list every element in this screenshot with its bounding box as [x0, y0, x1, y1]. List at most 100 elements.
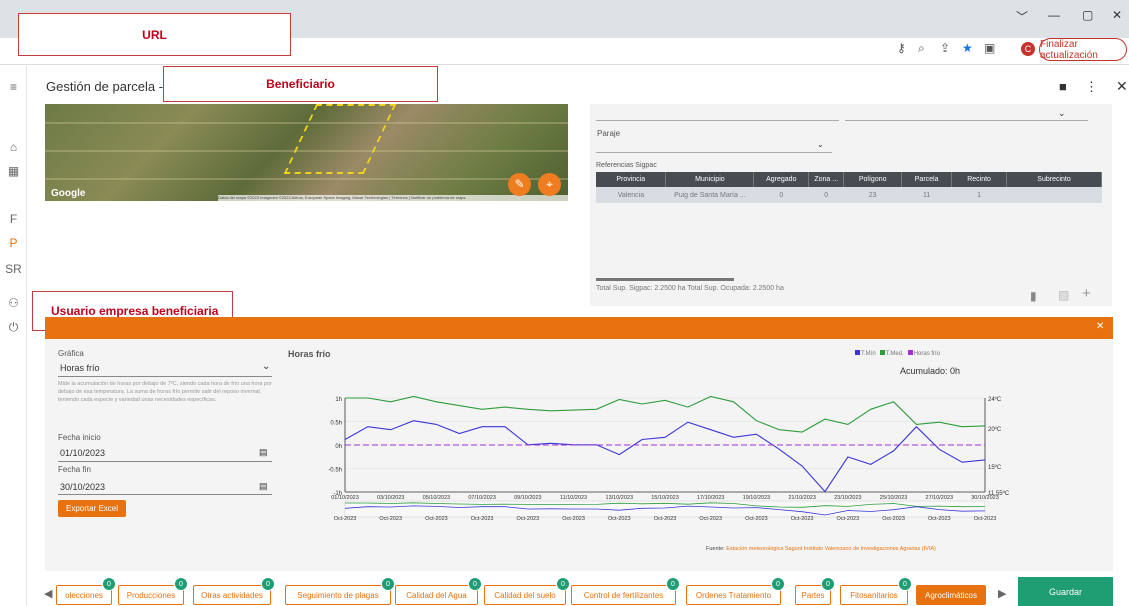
key-icon[interactable]: ⚷	[897, 41, 906, 55]
restore-icon[interactable]: ▢	[1082, 8, 1093, 22]
location-pin-icon[interactable]: ⌖	[538, 173, 561, 196]
y-tick-left: 1h	[335, 397, 342, 403]
power-icon[interactable]: ⏻	[0, 320, 27, 335]
tab-item[interactable]: Otras actividades	[193, 585, 271, 605]
calendar-icon[interactable]: ▤	[259, 447, 268, 458]
paraje-select[interactable]	[596, 152, 832, 153]
col-header[interactable]: Parcela	[901, 172, 953, 187]
profile-avatar[interactable]: C	[1021, 42, 1035, 56]
legend-item[interactable]: T.Mín	[855, 350, 876, 357]
menu-icon[interactable]: ≡	[0, 80, 27, 94]
x-tick: 25/10/2023	[880, 495, 908, 501]
col-header[interactable]: Provincia	[596, 172, 667, 187]
navigator-tick: Oct-2023	[471, 516, 494, 520]
nav-item-f[interactable]: F	[0, 212, 27, 226]
table-row[interactable]: Valencia Puig de Santa María ... 0 0 23 …	[596, 187, 1102, 203]
col-header[interactable]: Polígono	[843, 172, 903, 187]
col-header[interactable]: Municipio	[665, 172, 755, 187]
legend-label: T.Med.	[885, 351, 904, 357]
tabs-left-arrow-icon[interactable]: ◀	[44, 587, 52, 600]
chevron-down-icon[interactable]: ⌄	[1058, 108, 1066, 119]
nav-item-p[interactable]: P	[0, 236, 27, 250]
count-badge: 0	[174, 577, 188, 591]
legend-item[interactable]: Horas frío	[907, 350, 941, 357]
tab-item[interactable]: Fitosanitarios	[840, 585, 908, 605]
x-tick: 19/10/2023	[743, 495, 771, 501]
field-underline	[58, 494, 272, 495]
agroclimatic-header	[45, 317, 1113, 339]
horizontal-scrollbar[interactable]	[596, 278, 734, 281]
tab-item[interactable]: Agroclimáticos	[916, 585, 986, 605]
trash-icon[interactable]: ▮	[1030, 289, 1037, 303]
navigator-tick: Oct-2023	[699, 516, 722, 520]
folder-icon[interactable]: ■	[1059, 79, 1067, 94]
y-tick-left: 0.5h	[330, 421, 342, 427]
close-panel-icon[interactable]: ✕	[1096, 321, 1104, 332]
fecha-fin-input[interactable]: 30/10/2023	[60, 482, 105, 492]
sigpac-panel	[590, 104, 1112, 306]
tab-search-icon[interactable]: ﹀	[1016, 8, 1028, 25]
x-tick: 17/10/2023	[697, 495, 725, 501]
legend-item[interactable]: T.Med.	[879, 350, 904, 357]
grid-icon[interactable]: ▦	[0, 164, 27, 178]
source-note: Fuente: Estación meteorológica Sagunt In…	[706, 546, 936, 552]
image-icon[interactable]: ▨	[1058, 288, 1069, 302]
tab-item[interactable]: Seguimiento de plagas	[285, 585, 391, 605]
google-logo: Google	[51, 188, 86, 199]
user-icon[interactable]: ⚇	[0, 296, 27, 310]
chevron-down-icon[interactable]: ⌄	[817, 140, 824, 149]
save-button[interactable]: Guardar	[1018, 577, 1113, 606]
nav-item-sr[interactable]: SR	[0, 262, 27, 276]
col-header[interactable]: Subrecinto	[1006, 172, 1102, 187]
count-badge: 0	[468, 577, 482, 591]
close-window-icon[interactable]: ✕	[1112, 8, 1122, 22]
tab-item[interactable]: Ordenes Tratamiento	[686, 585, 781, 605]
x-tick: 13/10/2023	[606, 495, 634, 501]
tab-item[interactable]: Control de fertilizantes	[571, 585, 676, 605]
col-header[interactable]: Recinto	[951, 172, 1008, 187]
count-badge: 0	[261, 577, 275, 591]
tab-item[interactable]: Calidad del Agua	[395, 585, 478, 605]
count-badge: 0	[771, 577, 785, 591]
parcel-outline	[283, 104, 397, 174]
bookmark-star-icon[interactable]: ★	[962, 41, 973, 55]
minimize-icon[interactable]: —	[1048, 8, 1060, 22]
navigator-tick: Oct-2023	[928, 516, 951, 520]
source-link[interactable]: Estación meteorológica Sagunt Instituto …	[726, 546, 936, 552]
chevron-down-icon[interactable]: ⌄	[262, 361, 270, 372]
edit-icon[interactable]: ✎	[508, 173, 531, 196]
navigator-tick: Oct-2023	[517, 516, 540, 520]
share-icon[interactable]: ⇪	[940, 41, 950, 55]
col-header[interactable]: Zona ...	[808, 172, 845, 187]
navigator-tick: Oct-2023	[974, 516, 997, 520]
url-annotation: URL	[18, 13, 291, 56]
y-tick-right: 24ºC	[988, 396, 1002, 403]
x-tick: 15/10/2023	[651, 495, 679, 501]
briefcase-icon[interactable]: ⌂	[0, 140, 27, 154]
finalize-update-button[interactable]: Finalizar actualización	[1039, 38, 1127, 61]
sidepanel-icon[interactable]: ▣	[984, 41, 995, 55]
add-icon[interactable]: +	[1082, 285, 1091, 302]
left-nav: ≡ ⌂ ▦ F P SR ⚇ ⏻	[0, 66, 27, 606]
zoom-icon[interactable]: ⌕	[918, 41, 925, 56]
y-tick-left: 0h	[335, 444, 342, 450]
close-icon[interactable]: ✕	[1116, 78, 1128, 95]
tab-item[interactable]: Calidad del suelo	[484, 585, 566, 605]
cell: Valencia	[596, 187, 666, 203]
col-header[interactable]: Agregado	[753, 172, 810, 187]
tab-item[interactable]: Producciones	[118, 585, 184, 605]
legend-label: Horas frío	[913, 351, 941, 357]
calendar-icon[interactable]: ▤	[259, 481, 268, 492]
navigator-tick: Oct-2023	[654, 516, 677, 520]
grafica-select[interactable]: Horas frío	[60, 363, 100, 373]
hours-cold-chart[interactable]: 1h0.5h0h-0.5h-1h24ºC20ºC15ºC11.55ºC01/10…	[300, 385, 1020, 520]
export-excel-button[interactable]: Exportar Excel	[58, 500, 126, 517]
chart-legend: T.Mín T.Med. Horas frío	[855, 350, 940, 357]
more-icon[interactable]: ⋮	[1085, 79, 1098, 95]
fecha-inicio-input[interactable]: 01/10/2023	[60, 448, 105, 458]
field-underline	[58, 376, 272, 377]
tabs-right-arrow-icon[interactable]: ▶	[998, 587, 1006, 600]
source-prefix: Fuente:	[706, 546, 725, 552]
cell: 1	[951, 187, 1007, 203]
satellite-map[interactable]	[45, 104, 568, 201]
